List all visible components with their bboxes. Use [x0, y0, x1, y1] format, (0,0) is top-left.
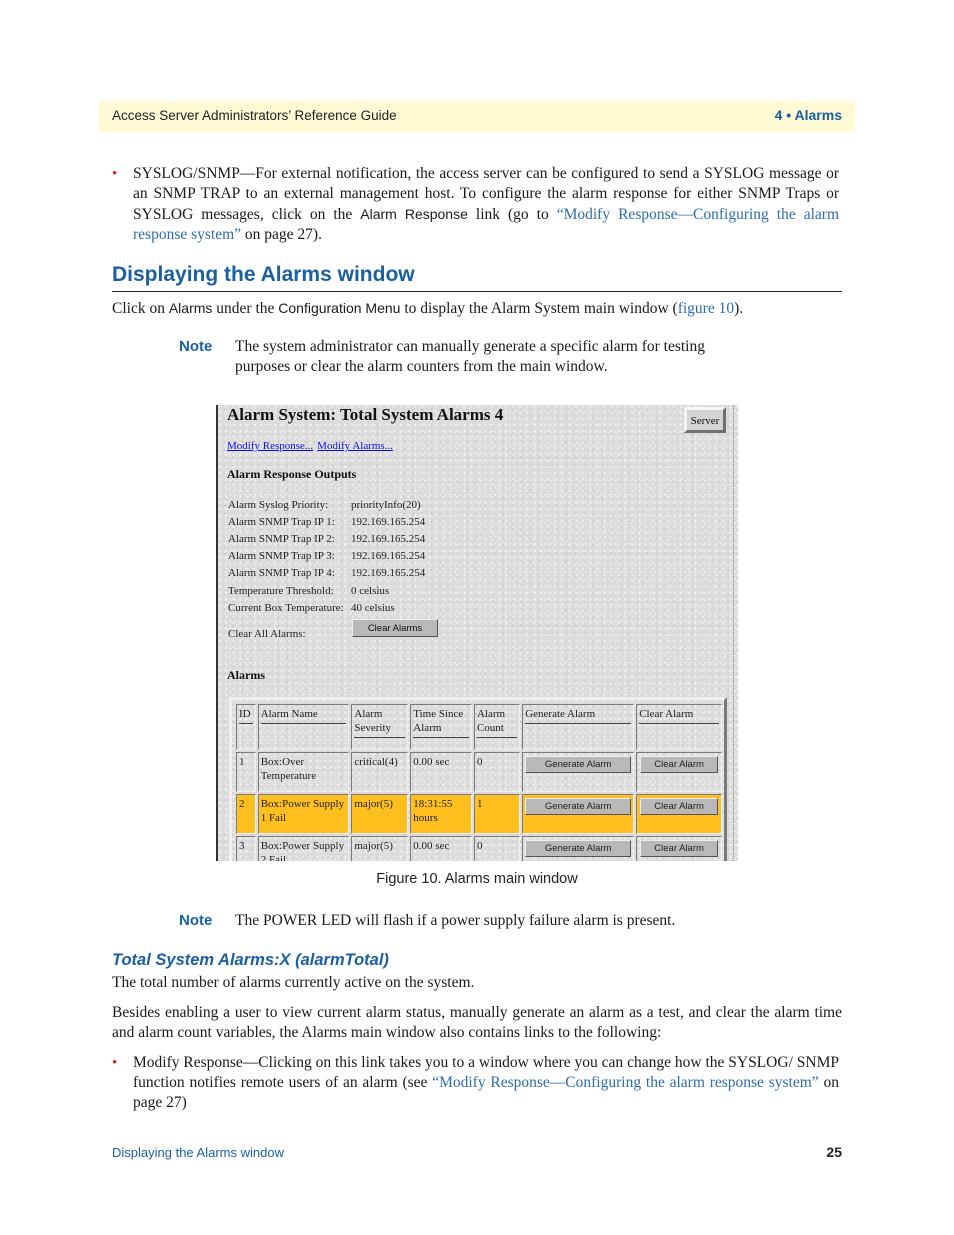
xref-figure-10[interactable]: figure 10	[678, 300, 734, 317]
subsection-text: The total number of alarms currently act…	[112, 974, 475, 991]
figure-caption: Figure 10. Alarms main window	[376, 871, 578, 887]
col-generate-alarm: Generate Alarm	[522, 704, 635, 750]
window-edge	[733, 405, 738, 861]
section-intro: Click on Alarms under the Configuration …	[112, 300, 744, 317]
xref-modify-response[interactable]: “Modify Response—Configuring the alarm r…	[432, 1074, 818, 1091]
alarms-table: ID Alarm Name Alarm Severity Time Since …	[229, 697, 727, 861]
chapter-label: 4 • Alarms	[774, 107, 842, 123]
col-clear-alarm: Clear Alarm	[636, 704, 722, 750]
page-number: 25	[826, 1144, 842, 1160]
clear-alarm-button[interactable]: Clear Alarm	[640, 840, 719, 857]
response-row: Alarm Syslog Priority: priorityInfo(20)	[228, 499, 421, 511]
subsection-heading: Total System Alarms:X (alarmTotal)	[112, 951, 389, 969]
col-alarm-severity: Alarm Severity	[351, 704, 409, 750]
footer-section-name: Displaying the Alarms window	[112, 1145, 284, 1160]
table-header-row: ID Alarm Name Alarm Severity Time Since …	[236, 704, 722, 750]
section-heading: Displaying the Alarms window	[112, 263, 842, 292]
response-row: Alarm SNMP Trap IP 4: 192.169.165.254	[228, 567, 426, 579]
response-row: Alarm SNMP Trap IP 3: 192.169.165.254	[228, 550, 426, 562]
response-outputs-heading: Alarm Response Outputs	[227, 467, 357, 481]
response-row: Alarm SNMP Trap IP 2: 192.169.165.254	[228, 533, 426, 545]
window-title: Alarm System: Total System Alarms 4	[227, 405, 504, 424]
modify-response-link[interactable]: Modify Response...	[227, 440, 313, 452]
generate-alarm-button[interactable]: Generate Alarm	[525, 798, 632, 815]
bullet-icon: •	[112, 1055, 118, 1071]
table-row: 1 Box:Over Temperature critical(4) 0.00 …	[236, 752, 722, 792]
table-row-active: 2 Box:Power Supply 1 Fail major(5) 18:31…	[236, 794, 722, 834]
col-alarm-count: Alarm Count	[473, 704, 521, 750]
table-row: 3 Box:Power Supply 2 Fail major(5) 0.00 …	[236, 836, 722, 861]
guide-title: Access Server Administrators’ Reference …	[112, 108, 397, 123]
link-bar: Modify Response... Modify Alarms...	[227, 440, 397, 452]
ui-term-alarm-response: Alarm Response	[360, 206, 468, 222]
alarms-heading: Alarms	[227, 668, 265, 682]
clear-alarm-button[interactable]: Clear Alarm	[640, 756, 719, 773]
note-text: The system administrator can manually ge…	[235, 338, 705, 375]
ui-term-alarms: Alarms	[168, 300, 213, 316]
response-row: Temperature Threshold: 0 celsius	[228, 585, 390, 597]
response-row: Alarm SNMP Trap IP 1: 192.169.165.254	[228, 516, 426, 528]
clear-alarm-button[interactable]: Clear Alarm	[640, 798, 719, 815]
modify-alarms-link[interactable]: Modify Alarms...	[317, 440, 393, 452]
bullet-icon: •	[112, 166, 118, 182]
clear-all-alarms-button[interactable]: Clear Alarms	[352, 619, 438, 637]
generate-alarm-button[interactable]: Generate Alarm	[525, 756, 632, 773]
response-row: Current Box Temperature: 40 celsius	[228, 602, 395, 614]
clear-all-label: Clear All Alarms:	[228, 628, 306, 640]
generate-alarm-button[interactable]: Generate Alarm	[525, 840, 632, 857]
col-time-since-alarm: Time Since Alarm	[410, 704, 472, 750]
col-alarm-name: Alarm Name	[257, 704, 350, 750]
note-label: Note	[179, 912, 213, 929]
note-text: The POWER LED will flash if a power supp…	[235, 912, 676, 929]
alarm-system-window: Alarm System: Total System Alarms 4 Serv…	[216, 405, 738, 861]
subsection-paragraph: Besides enabling a user to view current …	[112, 1004, 842, 1041]
ui-term-configuration-menu: Configuration Menu	[278, 300, 401, 316]
server-button[interactable]: Server	[684, 407, 726, 433]
running-header: Access Server Administrators’ Reference …	[99, 101, 855, 132]
note-label: Note	[179, 338, 213, 355]
col-id: ID	[236, 704, 256, 750]
